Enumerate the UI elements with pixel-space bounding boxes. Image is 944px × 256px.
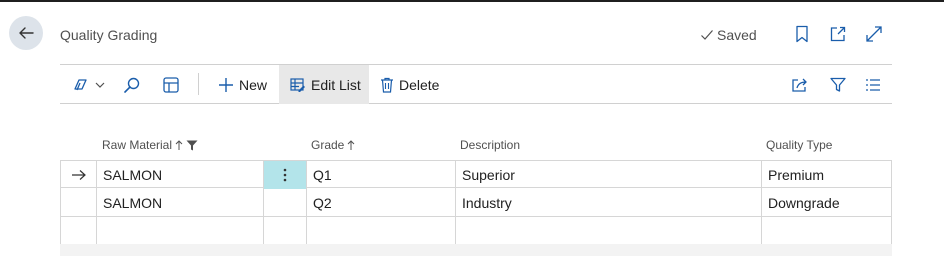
description-cell[interactable] (455, 217, 761, 245)
expand-icon (866, 26, 882, 42)
current-row-arrow-icon (71, 170, 86, 180)
saved-status: Saved (700, 27, 757, 43)
description-cell[interactable]: Industry (455, 189, 761, 217)
search-icon (124, 77, 140, 93)
row-actions-button[interactable] (263, 161, 306, 189)
top-border (0, 0, 944, 2)
quality-type-cell[interactable] (761, 217, 892, 245)
checkmark-icon (701, 30, 713, 40)
share-button[interactable] (791, 65, 809, 104)
page-title: Quality Grading (60, 27, 158, 43)
table-row[interactable] (60, 217, 892, 245)
row-selector[interactable] (60, 189, 96, 217)
list-view-button[interactable] (865, 65, 881, 104)
saved-label: Saved (717, 27, 757, 43)
more-options-icon (283, 168, 287, 182)
table-footer (60, 244, 892, 256)
row-selector[interactable] (60, 217, 96, 245)
row-selector[interactable] (60, 161, 96, 189)
column-header-description[interactable]: Description (460, 138, 520, 152)
delete-label: Delete (399, 76, 440, 93)
column-header-label: Raw Material (102, 138, 173, 152)
list-icon (866, 78, 880, 91)
expand-button[interactable] (865, 25, 883, 43)
back-button[interactable] (9, 16, 43, 50)
trash-icon (381, 77, 393, 93)
plus-icon (219, 77, 233, 92)
table-row[interactable]: SALMON Q2 Industry Downgrade (60, 189, 892, 217)
grade-cell[interactable]: Q1 (306, 161, 455, 189)
action-bar: New Edit List Delete (60, 64, 892, 104)
sort-ascending-icon (175, 140, 183, 150)
search-button[interactable] (123, 65, 141, 104)
arrow-left-icon (19, 27, 34, 39)
sort-ascending-icon (348, 140, 355, 150)
share-icon (792, 78, 807, 92)
personalize-button[interactable] (162, 65, 180, 104)
chevron-down-icon (95, 82, 105, 88)
new-button[interactable]: New (218, 65, 267, 104)
filter-button[interactable] (830, 65, 846, 104)
open-new-window-icon (830, 26, 846, 42)
filter-active-icon (186, 140, 198, 150)
column-header-label: Grade (311, 138, 345, 152)
column-header-raw-material[interactable]: Raw Material (102, 138, 198, 152)
view-options-button[interactable] (72, 65, 105, 104)
delete-button[interactable]: Delete (380, 65, 439, 104)
edit-list-button[interactable]: Edit List (279, 65, 369, 104)
raw-material-cell[interactable]: SALMON (96, 161, 263, 189)
grade-cell[interactable]: Q2 (306, 189, 455, 217)
bookmark-icon (796, 25, 808, 43)
column-header-label: Description (460, 138, 521, 152)
new-label: New (239, 76, 268, 93)
column-header-grade[interactable]: Grade (311, 138, 355, 152)
open-new-window-button[interactable] (829, 25, 847, 43)
quality-type-cell[interactable]: Premium (761, 161, 892, 189)
filter-icon (830, 77, 846, 92)
bookmark-button[interactable] (793, 25, 811, 43)
copilot-icon (74, 78, 87, 90)
raw-material-cell[interactable] (96, 217, 263, 245)
column-header-label: Quality Type (766, 138, 833, 152)
description-cell[interactable]: Superior (455, 161, 761, 189)
grade-cell[interactable] (306, 217, 455, 245)
quality-type-cell[interactable]: Downgrade (761, 189, 892, 217)
table-row[interactable]: SALMON Q1 Superior Premium (60, 160, 892, 189)
edit-list-label: Edit List (311, 76, 361, 93)
raw-material-cell[interactable]: SALMON (96, 189, 263, 217)
table-layout-icon (163, 76, 179, 93)
row-actions-cell[interactable] (263, 217, 306, 245)
column-header-quality-type[interactable]: Quality Type (766, 138, 832, 152)
edit-list-icon (290, 77, 305, 92)
toolbar-separator (198, 73, 199, 95)
row-actions-cell[interactable] (263, 189, 306, 217)
